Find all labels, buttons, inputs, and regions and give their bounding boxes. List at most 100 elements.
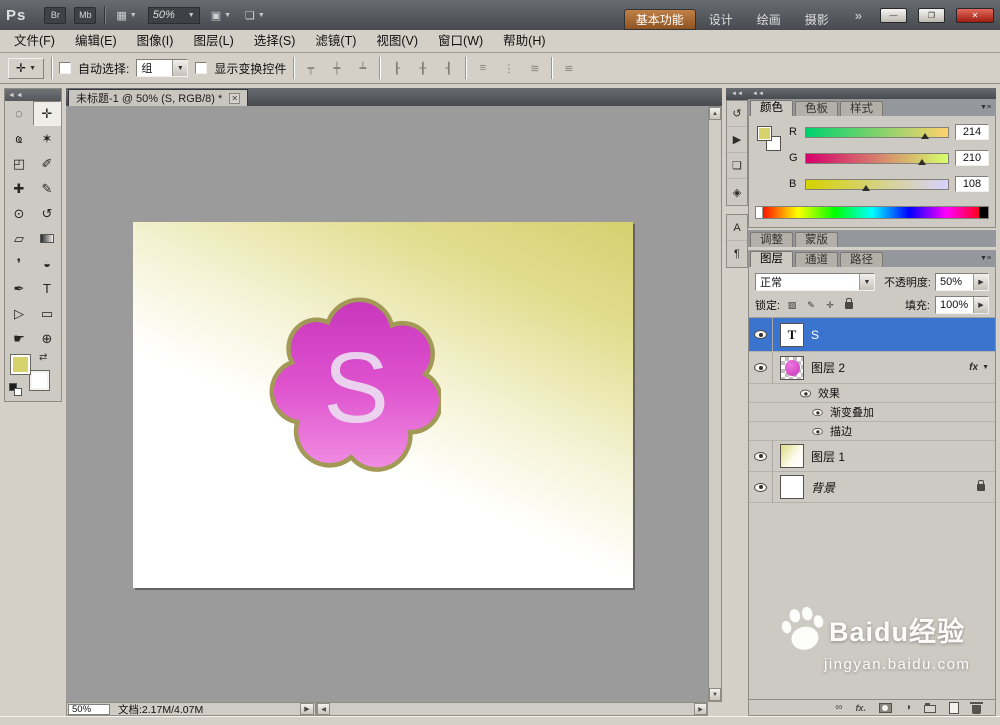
lock-transparent-pixels-button[interactable]: ▨ — [785, 298, 799, 312]
auto-align-layers-button[interactable]: ≌ — [559, 59, 578, 78]
document-tab[interactable]: 未标题-1 @ 50% (S, RGB/8) * ✕ — [68, 89, 249, 106]
brush-tool[interactable]: ✎ — [33, 176, 61, 201]
new-group-button[interactable] — [924, 702, 936, 713]
info-panel-button[interactable]: ◈ — [727, 179, 747, 205]
clone-stamp-tool[interactable]: ⊙ — [5, 201, 33, 226]
layer-row-s[interactable]: T S — [749, 318, 995, 352]
scroll-right-icon[interactable]: ▶ — [694, 703, 707, 715]
visibility-toggle[interactable] — [749, 318, 773, 351]
workspace-tab-photography[interactable]: 摄影 — [794, 9, 840, 30]
history-panel-button[interactable]: ↺ — [727, 101, 747, 127]
align-right-edges-button[interactable]: ┨ — [439, 59, 458, 78]
right-dock-header[interactable]: ◄◄ — [748, 88, 996, 99]
zoom-level-dropdown[interactable]: 50% ▼ — [147, 6, 200, 24]
menu-layer[interactable]: 图层(L) — [183, 30, 243, 52]
workspace-tab-painting[interactable]: 绘画 — [746, 9, 792, 30]
menu-view[interactable]: 视图(V) — [366, 30, 428, 52]
blur-tool[interactable]: ❜ — [5, 251, 33, 276]
tab-adjustments[interactable]: 调整 — [750, 232, 793, 247]
paragraph-panel-button[interactable]: ¶ — [727, 241, 747, 267]
visibility-toggle[interactable] — [749, 441, 773, 471]
scroll-down-icon[interactable]: ▼ — [709, 688, 721, 701]
menu-window[interactable]: 窗口(W) — [428, 30, 493, 52]
view-extras-button[interactable]: ▦ ▼ — [113, 9, 139, 22]
blue-channel-slider[interactable] — [805, 178, 949, 191]
link-layers-button[interactable]: ∞ — [835, 702, 842, 713]
type-tool[interactable]: T — [33, 276, 61, 301]
restore-button[interactable]: ❐ — [918, 7, 945, 23]
dock-collapse-header[interactable]: ◄◄ — [726, 88, 748, 100]
workspace-tab-basic-functions[interactable]: 基本功能 — [623, 9, 696, 30]
styles-panel-button[interactable]: ❏ — [727, 153, 747, 179]
gradient-tool[interactable] — [33, 226, 61, 251]
magic-wand-tool[interactable]: ✶ — [33, 126, 61, 151]
green-channel-slider[interactable] — [805, 152, 949, 165]
menu-file[interactable]: 文件(F) — [4, 30, 65, 52]
fill-input[interactable]: 100% ▶ — [935, 296, 989, 314]
tab-swatches[interactable]: 色板 — [795, 101, 838, 116]
menu-filter[interactable]: 滤镜(T) — [305, 30, 366, 52]
align-top-edges-button[interactable]: ┯ — [301, 59, 320, 78]
align-bottom-edges-button[interactable]: ┷ — [353, 59, 372, 78]
fx-collapse-icon[interactable]: ▼ — [982, 364, 989, 371]
tab-masks[interactable]: 蒙版 — [795, 232, 838, 247]
foreground-color-swatch[interactable] — [10, 354, 31, 375]
flyout-arrow-icon[interactable]: ▶ — [973, 297, 988, 313]
distribute-vertical-centers-button[interactable]: ⋮ — [499, 59, 518, 78]
spot-healing-brush-tool[interactable]: ✚ — [5, 176, 33, 201]
auto-select-checkbox[interactable] — [59, 62, 71, 74]
workspace-tab-design[interactable]: 设计 — [698, 9, 744, 30]
slider-thumb[interactable] — [918, 158, 927, 165]
layer-thumbnail-blob[interactable] — [780, 355, 804, 380]
layer-style-button[interactable]: fx. — [855, 703, 866, 713]
horizontal-scrollbar[interactable]: ◀ ▶ — [316, 702, 708, 716]
panel-menu-icon[interactable]: ▼≡ — [980, 104, 991, 111]
foreground-color-swatch[interactable] — [757, 126, 772, 141]
distribute-left-edges-button[interactable]: ≋ — [525, 59, 544, 78]
lock-image-pixels-button[interactable]: ✎ — [804, 298, 818, 312]
show-transform-checkbox[interactable] — [195, 62, 208, 74]
eye-icon[interactable] — [812, 408, 823, 416]
layer-name[interactable]: 背景 — [811, 479, 835, 496]
eyedropper-tool[interactable]: ✐ — [33, 151, 61, 176]
auto-select-scope-dropdown[interactable]: 组 ▼ — [136, 59, 189, 77]
document-close-icon[interactable]: ✕ — [229, 92, 241, 104]
slider-thumb[interactable] — [861, 184, 870, 191]
layer-row-layer2[interactable]: 图层 2 fx ▼ — [749, 352, 995, 384]
tab-channels[interactable]: 通道 — [795, 252, 838, 267]
green-channel-value-input[interactable]: 210 — [955, 150, 989, 166]
scroll-left-icon[interactable]: ◀ — [317, 703, 330, 715]
tab-color[interactable]: 颜色 — [750, 100, 793, 116]
pen-tool[interactable]: ✒ — [5, 276, 33, 301]
menu-image[interactable]: 图像(I) — [127, 30, 184, 52]
red-channel-value-input[interactable]: 214 — [955, 124, 989, 140]
swap-colors-icon[interactable]: ⇄ — [39, 352, 47, 363]
layer-row-layer1[interactable]: 图层 1 — [749, 441, 995, 472]
menu-select[interactable]: 选择(S) — [244, 30, 306, 52]
eye-icon[interactable] — [812, 427, 823, 435]
close-button[interactable]: ✕ — [956, 7, 994, 23]
arrange-documents-button[interactable]: ▣ ▼ — [208, 9, 234, 22]
layer-thumbnail-text[interactable]: T — [780, 322, 804, 347]
align-left-edges-button[interactable]: ┠ — [387, 59, 406, 78]
distribute-top-edges-button[interactable]: ≡ — [473, 59, 492, 78]
minimize-button[interactable]: — — [880, 7, 907, 23]
lock-position-button[interactable]: ✛ — [823, 298, 837, 312]
workspace-overflow-chevron-icon[interactable]: » — [855, 8, 862, 23]
status-zoom-input[interactable]: 50% — [68, 703, 110, 715]
tool-preset-button[interactable]: ✛ ▼ — [8, 57, 44, 79]
lasso-tool[interactable]: ҩ — [5, 126, 33, 151]
layer-thumbnail-white[interactable] — [780, 475, 804, 499]
layer-name[interactable]: 图层 2 — [811, 359, 845, 376]
actions-panel-button[interactable]: ▶ — [727, 127, 747, 153]
dodge-tool[interactable]: ◒ — [33, 251, 61, 276]
screen-mode-button[interactable]: ❏ ▼ — [242, 9, 268, 22]
character-panel-button[interactable]: A — [727, 215, 747, 241]
menu-help[interactable]: 帮助(H) — [493, 30, 555, 52]
tab-layers[interactable]: 图层 — [750, 251, 793, 267]
new-layer-button[interactable] — [949, 701, 959, 714]
toolbox-collapse-header[interactable]: ◄◄ — [5, 89, 61, 101]
vertical-scrollbar[interactable]: ▲ ▼ — [708, 106, 722, 702]
move-tool[interactable]: ✛ — [33, 101, 61, 126]
lock-all-button[interactable] — [842, 297, 856, 312]
